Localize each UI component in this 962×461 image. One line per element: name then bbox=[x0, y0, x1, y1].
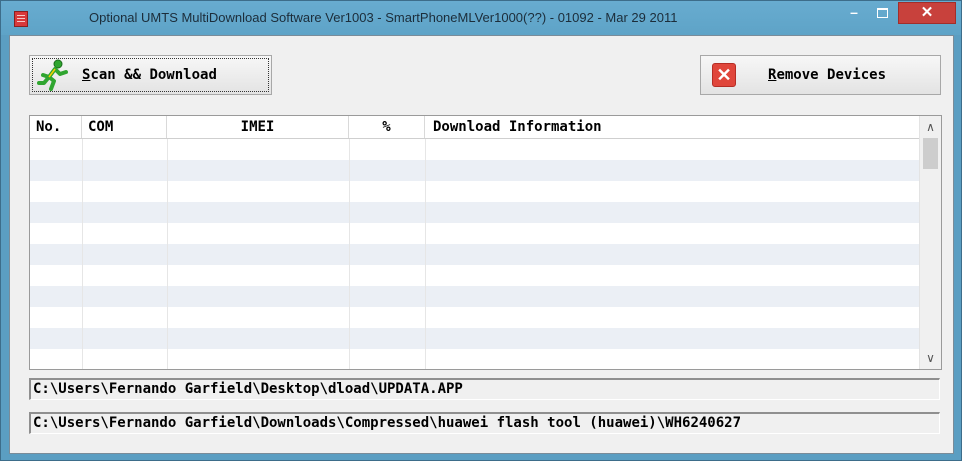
close-button[interactable]: ✕ bbox=[898, 2, 956, 24]
column-header-percent[interactable]: % bbox=[349, 116, 425, 138]
vertical-scrollbar[interactable]: ∧ ∨ bbox=[919, 116, 941, 369]
scroll-up-icon[interactable]: ∧ bbox=[920, 118, 941, 136]
window-title: Optional UMTS MultiDownload Software Ver… bbox=[89, 10, 678, 25]
column-header-no[interactable]: No. bbox=[30, 116, 82, 138]
table-row bbox=[30, 223, 919, 244]
remove-devices-label: Remove Devices bbox=[768, 67, 887, 83]
app-window: Optional UMTS MultiDownload Software Ver… bbox=[0, 0, 962, 461]
column-header-download-info[interactable]: Download Information bbox=[425, 116, 919, 138]
column-header-com[interactable]: COM bbox=[82, 116, 167, 138]
table-row bbox=[30, 139, 919, 160]
table-row bbox=[30, 349, 919, 369]
column-divider bbox=[349, 139, 350, 369]
column-divider bbox=[82, 139, 83, 369]
scroll-thumb[interactable] bbox=[923, 138, 938, 169]
red-x-icon: ✕ bbox=[712, 63, 736, 87]
app-icon[interactable] bbox=[14, 11, 28, 27]
scroll-down-icon[interactable]: ∨ bbox=[920, 349, 941, 367]
scan-download-button[interactable]: Scan && Download bbox=[29, 55, 272, 95]
column-divider bbox=[425, 139, 426, 369]
device-table[interactable]: No. COM IMEI % Download Information ∧ ∨ bbox=[29, 115, 942, 370]
tool-path-field[interactable]: C:\Users\Fernando Garfield\Downloads\Com… bbox=[29, 412, 940, 434]
column-header-imei[interactable]: IMEI bbox=[167, 116, 349, 138]
table-row bbox=[30, 328, 919, 349]
running-man-icon bbox=[37, 59, 68, 91]
firmware-path-field[interactable]: C:\Users\Fernando Garfield\Desktop\dload… bbox=[29, 378, 940, 400]
table-row bbox=[30, 202, 919, 223]
table-body bbox=[30, 139, 919, 369]
table-row bbox=[30, 244, 919, 265]
minimize-button[interactable]: – bbox=[841, 2, 867, 22]
scan-download-label: Scan && Download bbox=[82, 67, 217, 83]
column-divider bbox=[167, 139, 168, 369]
remove-devices-button[interactable]: ✕ Remove Devices bbox=[700, 55, 941, 95]
table-row bbox=[30, 307, 919, 328]
maximize-icon bbox=[876, 8, 888, 19]
title-bar[interactable]: Optional UMTS MultiDownload Software Ver… bbox=[1, 1, 961, 35]
table-row bbox=[30, 265, 919, 286]
client-area: Scan && Download ✕ Remove Devices No. CO… bbox=[9, 35, 954, 454]
table-row bbox=[30, 181, 919, 202]
table-row bbox=[30, 160, 919, 181]
table-header: No. COM IMEI % Download Information bbox=[30, 116, 919, 139]
table-row bbox=[30, 286, 919, 307]
maximize-button[interactable] bbox=[869, 2, 895, 22]
